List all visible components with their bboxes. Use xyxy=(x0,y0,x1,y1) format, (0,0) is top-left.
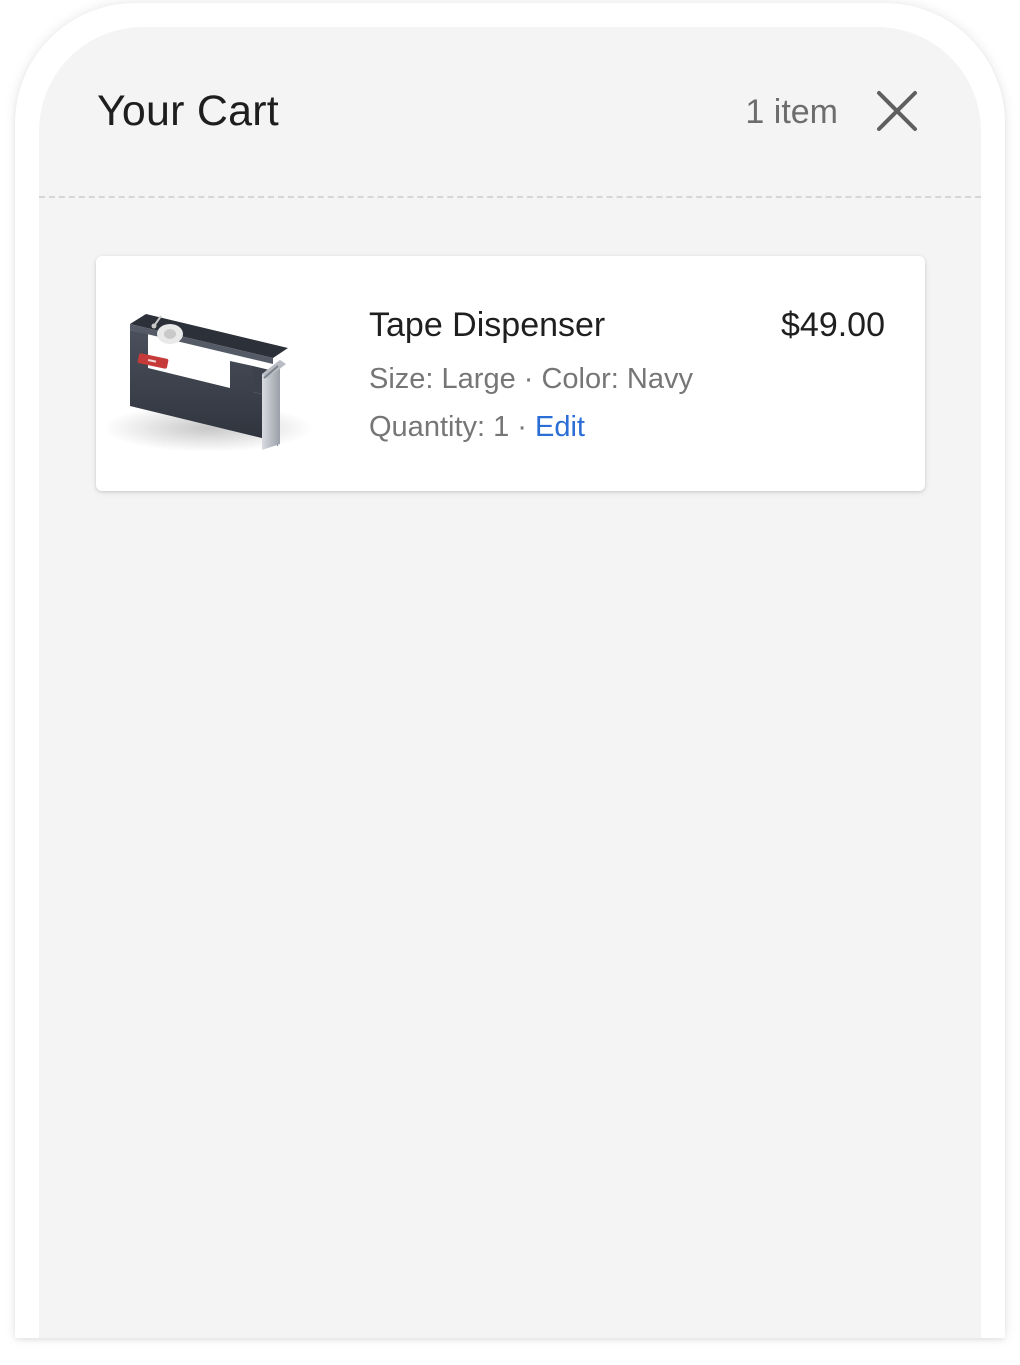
quantity-text: Quantity: 1 · xyxy=(369,411,536,443)
tape-dispenser-image xyxy=(103,278,318,468)
quantity-line: Quantity: 1 · Edit xyxy=(369,411,585,444)
cart-item: Tape Dispenser $49.00 Size: Large · Colo… xyxy=(96,256,925,491)
cart-header: Your Cart 1 item xyxy=(39,27,981,197)
product-options: Size: Large · Color: Navy xyxy=(369,363,693,395)
close-button[interactable] xyxy=(875,89,919,133)
product-name[interactable]: Tape Dispenser xyxy=(369,306,605,345)
cart-title: Your Cart xyxy=(97,87,279,135)
cart-panel: Your Cart 1 item Tape Dispenser $49.00 S… xyxy=(39,27,981,1338)
cart-item-count: 1 item xyxy=(745,93,838,131)
edit-link[interactable]: Edit xyxy=(535,411,585,443)
close-icon xyxy=(877,91,917,131)
header-divider xyxy=(39,196,981,198)
product-price: $49.00 xyxy=(781,306,885,344)
